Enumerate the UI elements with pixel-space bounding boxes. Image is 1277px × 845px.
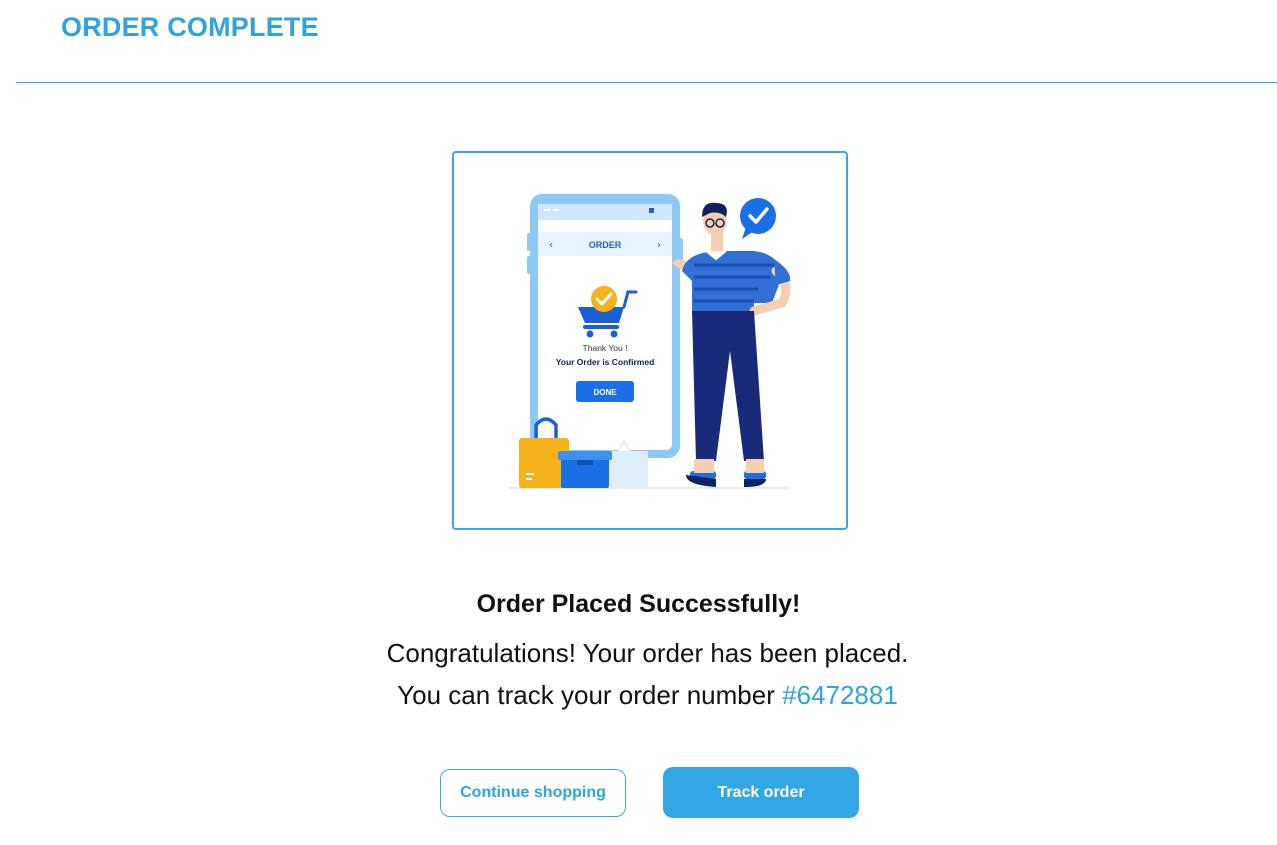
tracking-message: You can track your order number #6472881 — [0, 680, 1277, 711]
chat-check-icon — [740, 198, 776, 239]
tracking-prefix: You can track your order number — [397, 680, 783, 710]
chevron-right-icon: › — [657, 240, 661, 251]
phone-header-label: ORDER — [589, 240, 622, 250]
congratulations-message: Congratulations! Your order has been pla… — [386, 638, 909, 668]
chevron-left-icon: ‹ — [549, 240, 553, 251]
check-badge-icon — [591, 286, 617, 312]
order-number: #6472881 — [782, 680, 898, 710]
box-icon — [558, 451, 612, 488]
illustration-svg: ‹ › ORDER Thank You ! Your Order is Conf… — [509, 194, 791, 489]
order-illustration: ‹ › ORDER Thank You ! Your Order is Conf… — [452, 151, 848, 530]
thank-you-text: Thank You ! — [583, 343, 628, 353]
page-title: ORDER COMPLETE — [61, 12, 319, 42]
success-heading: Order Placed Successfully! — [476, 590, 801, 618]
continue-shopping-button[interactable]: Continue shopping — [440, 769, 626, 817]
confirmed-text: Your Order is Confirmed — [556, 357, 655, 367]
track-order-button[interactable]: Track order — [663, 767, 859, 818]
done-label: DONE — [593, 388, 617, 397]
header-divider — [16, 82, 1277, 83]
person-figure — [672, 202, 791, 487]
